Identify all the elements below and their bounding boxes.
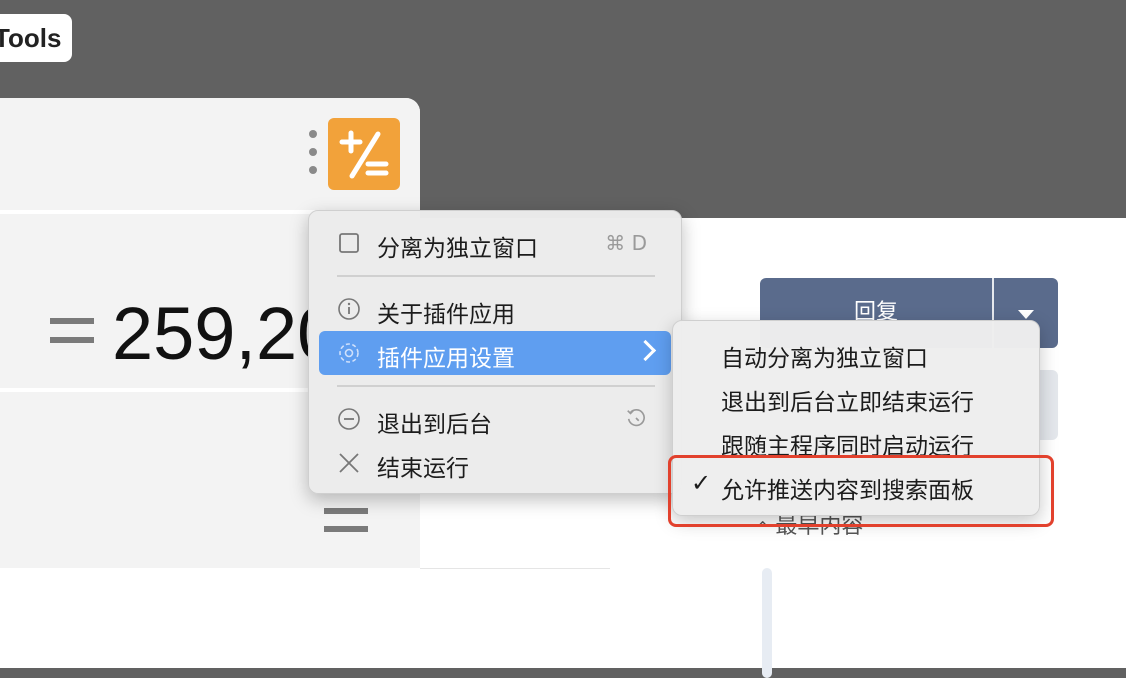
- submenu-item-label: 退出到后台立即结束运行: [721, 390, 974, 416]
- menu-item-label: 结束运行: [377, 456, 469, 482]
- app-chip-label: Tools: [0, 23, 62, 53]
- submenu-item-label: 自动分离为独立窗口: [721, 346, 928, 372]
- calculator-logo-icon[interactable]: [328, 118, 400, 190]
- gear-icon: [337, 341, 361, 365]
- menu-item-detach-window[interactable]: 分离为独立窗口 ⌘ D: [319, 221, 671, 265]
- menu-separator: [337, 385, 655, 387]
- plus-slash-equals-icon: [339, 130, 389, 179]
- menu-item-about-plugin[interactable]: 关于插件应用: [319, 287, 671, 331]
- menu-icon[interactable]: [324, 508, 368, 544]
- plugin-context-menu: 分离为独立窗口 ⌘ D 关于插件应用 插件应用设置 退出到后台 结束运行: [308, 210, 682, 494]
- highlight-annotation: [668, 455, 1054, 527]
- chevron-right-icon: [634, 339, 657, 362]
- menu-item-label: 关于插件应用: [377, 302, 515, 328]
- info-icon: [337, 297, 361, 321]
- minus-circle-icon: [337, 407, 361, 431]
- close-icon: [337, 451, 361, 475]
- calculation-result: 259,20: [112, 292, 310, 375]
- menu-item-label: 分离为独立窗口: [377, 236, 538, 262]
- menu-item-label: 退出到后台: [377, 412, 492, 438]
- menu-separator: [337, 275, 655, 277]
- menu-item-exit-to-background[interactable]: 退出到后台: [319, 397, 671, 441]
- submenu-item-exit-ends-run[interactable]: 退出到后台立即结束运行: [673, 375, 1039, 419]
- plugin-footer: [0, 568, 420, 668]
- chevron-down-icon: [1018, 310, 1034, 319]
- menu-item-label: 插件应用设置: [377, 346, 515, 372]
- menu-item-shortcut: ⌘ D: [605, 231, 647, 255]
- secondary-button[interactable]: [1040, 370, 1058, 440]
- divider: [420, 568, 610, 569]
- restart-icon: [625, 407, 647, 434]
- checkbox-icon: [337, 231, 361, 255]
- submenu-item-auto-detach[interactable]: 自动分离为独立窗口: [673, 331, 1039, 375]
- menu-item-end-run[interactable]: 结束运行: [319, 441, 671, 485]
- app-chip: Tools: [0, 14, 72, 62]
- menu-item-plugin-settings[interactable]: 插件应用设置: [319, 331, 671, 375]
- scrollbar-track[interactable]: [762, 568, 772, 678]
